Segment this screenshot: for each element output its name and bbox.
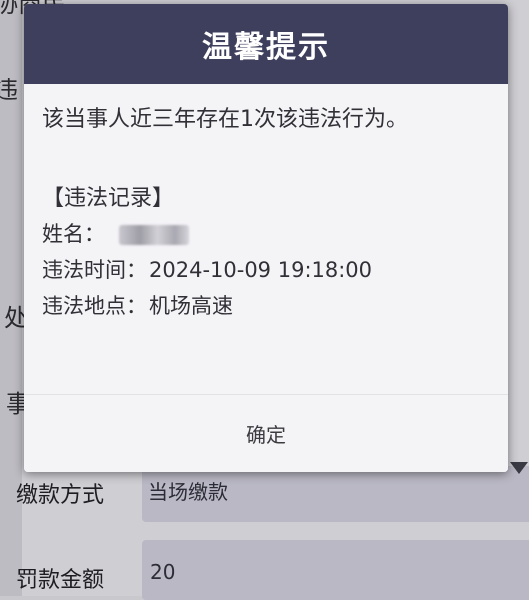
record-name-row: 姓名： bbox=[42, 216, 482, 252]
dialog-header: 温馨提示 bbox=[24, 4, 508, 84]
name-redacted bbox=[119, 225, 189, 245]
fine-amount-value: 20 bbox=[150, 560, 176, 584]
fine-amount-label: 罚款金额 bbox=[16, 568, 105, 593]
place-label: 违法地点： bbox=[42, 294, 147, 318]
record-time-row: 违法时间：2024-10-09 19:18:00 bbox=[42, 252, 482, 288]
notice-dialog: 温馨提示 该当事人近三年存在1次该违法行为。 【违法记录】 姓名： 违法时间：2… bbox=[24, 4, 508, 472]
place-value: 机场高速 bbox=[149, 294, 233, 318]
payment-method-select[interactable]: 当场缴款 bbox=[142, 462, 529, 522]
dropdown-arrow-icon bbox=[510, 462, 528, 474]
dialog-message: 该当事人近三年存在1次该违法行为。 bbox=[42, 107, 408, 132]
fine-amount-field[interactable]: 20 bbox=[142, 540, 529, 600]
dialog-title: 温馨提示 bbox=[202, 30, 330, 65]
dialog-body: 该当事人近三年存在1次该违法行为。 【违法记录】 姓名： 违法时间：2024-1… bbox=[42, 100, 482, 324]
confirm-button[interactable]: 确定 bbox=[24, 395, 508, 472]
name-label: 姓名： bbox=[42, 222, 105, 246]
payment-method-value: 当场缴款 bbox=[148, 480, 228, 504]
time-label: 违法时间： bbox=[42, 258, 147, 282]
bg-left-fragment-1: 违 bbox=[0, 76, 18, 104]
time-value: 2024-10-09 19:18:00 bbox=[149, 258, 373, 282]
record-title: 【违法记录】 bbox=[42, 186, 175, 211]
record-place-row: 违法地点：机场高速 bbox=[42, 288, 482, 324]
payment-method-label: 缴款方式 bbox=[16, 483, 105, 508]
